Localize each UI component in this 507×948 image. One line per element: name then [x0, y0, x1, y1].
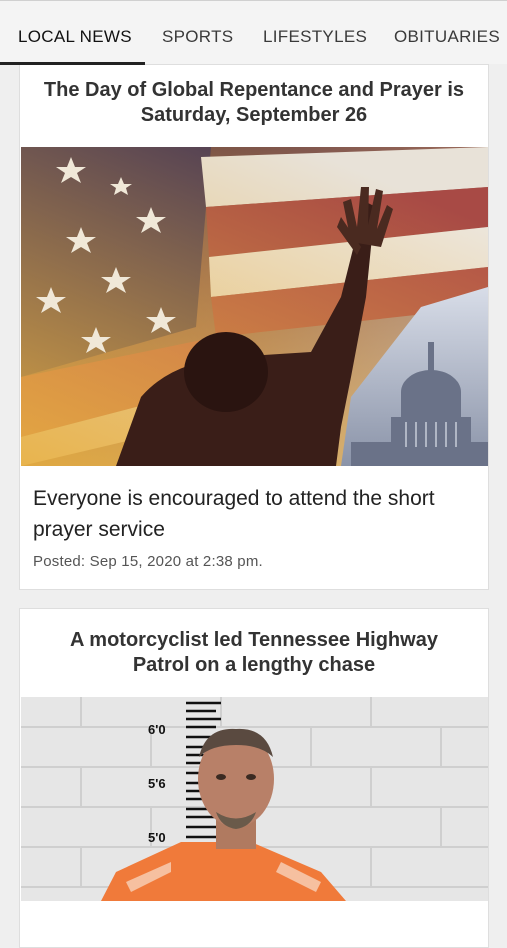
article-image[interactable]: 6'0 5'6 5'0	[21, 697, 488, 901]
article-title[interactable]: The Day of Global Repentance and Prayer …	[20, 78, 488, 128]
height-mark-5-6: 5'6	[148, 776, 166, 791]
section-tab-bar: LOCAL NEWS SPORTS LIFESTYLES OBITUARIES	[0, 0, 507, 65]
article-posted-date: Posted: Sep 15, 2020 at 2:38 pm.	[33, 553, 263, 570]
article-image[interactable]	[21, 147, 488, 466]
article-card[interactable]: The Day of Global Repentance and Prayer …	[19, 64, 489, 590]
tab-obituaries[interactable]: OBITUARIES	[394, 27, 500, 47]
height-mark-6-0: 6'0	[148, 722, 166, 737]
article-summary[interactable]: Everyone is encouraged to attend the sho…	[33, 483, 475, 545]
mugshot-image: 6'0 5'6 5'0	[21, 697, 488, 901]
height-mark-5-0: 5'0	[148, 830, 166, 845]
tab-local-news[interactable]: LOCAL NEWS	[18, 27, 132, 47]
article-card[interactable]: A motorcyclist led Tennessee Highway Pat…	[19, 608, 489, 948]
active-tab-indicator	[0, 62, 145, 65]
tab-lifestyles[interactable]: LIFESTYLES	[263, 27, 367, 47]
flag-prayer-image	[21, 147, 488, 466]
tab-sports[interactable]: SPORTS	[162, 27, 233, 47]
article-title[interactable]: A motorcyclist led Tennessee Highway Pat…	[20, 628, 488, 678]
